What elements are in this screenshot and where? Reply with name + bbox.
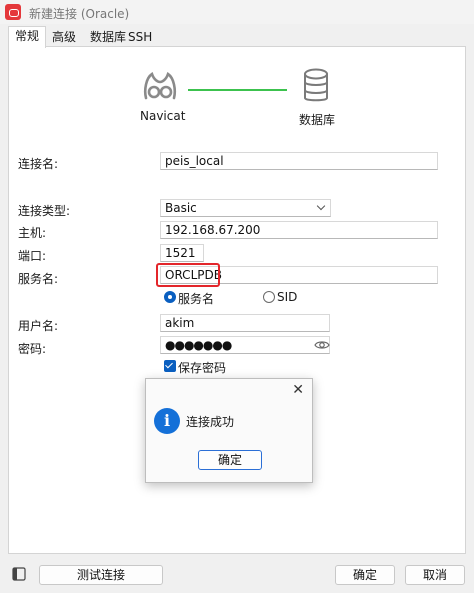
title-bar: 新建连接 (Oracle): [0, 0, 474, 24]
navicat-app-icon: [5, 4, 21, 20]
save-password-label: 保存密码: [178, 361, 227, 375]
service-name-radio[interactable]: [164, 291, 176, 303]
dialog-message: 连接成功: [186, 415, 235, 429]
test-connection-button[interactable]: 测试连接: [39, 565, 163, 585]
database-icon: [304, 68, 328, 102]
info-icon: i: [154, 408, 180, 434]
dialog-ok-button[interactable]: 确定: [198, 450, 262, 470]
password-input[interactable]: [160, 336, 330, 354]
username-input[interactable]: [160, 314, 330, 332]
navicat-label: Navicat: [140, 109, 186, 123]
password-label: 密码:: [18, 342, 47, 356]
database-label: 数据库: [299, 113, 336, 127]
sidebar-toggle-icon[interactable]: [12, 567, 26, 581]
eye-icon[interactable]: [314, 339, 330, 351]
username-label: 用户名:: [18, 319, 59, 333]
connection-type-value: Basic: [165, 201, 197, 215]
window-title: 新建连接 (Oracle): [29, 7, 130, 21]
connection-name-label: 连接名:: [18, 157, 59, 171]
cancel-button[interactable]: 取消: [405, 565, 465, 585]
connection-line: [188, 89, 287, 91]
host-label: 主机:: [18, 226, 47, 240]
navicat-icon: [143, 71, 177, 100]
tab-advanced[interactable]: 高级: [46, 28, 82, 47]
connection-type-label: 连接类型:: [18, 204, 71, 218]
service-name-radio-label: 服务名: [178, 292, 215, 306]
service-name-label: 服务名:: [18, 272, 59, 286]
connection-type-select[interactable]: Basic: [160, 199, 331, 217]
chevron-down-icon: [316, 201, 326, 211]
sid-radio[interactable]: [263, 291, 275, 303]
tab-bar: 常规 高级 数据库 SSH: [0, 26, 474, 48]
port-input[interactable]: [160, 244, 204, 262]
tab-ssh[interactable]: SSH: [122, 28, 158, 47]
close-icon[interactable]: ✕: [292, 383, 304, 397]
tab-general[interactable]: 常规: [8, 26, 47, 48]
host-input[interactable]: [160, 221, 438, 239]
save-password-checkbox[interactable]: [164, 360, 176, 372]
connection-success-dialog: ✕ i 连接成功 确定: [145, 378, 313, 483]
service-name-highlight: [156, 263, 220, 287]
port-label: 端口:: [18, 249, 47, 263]
sid-radio-label: SID: [277, 290, 298, 304]
connection-name-input[interactable]: [160, 152, 438, 170]
ok-button[interactable]: 确定: [335, 565, 395, 585]
